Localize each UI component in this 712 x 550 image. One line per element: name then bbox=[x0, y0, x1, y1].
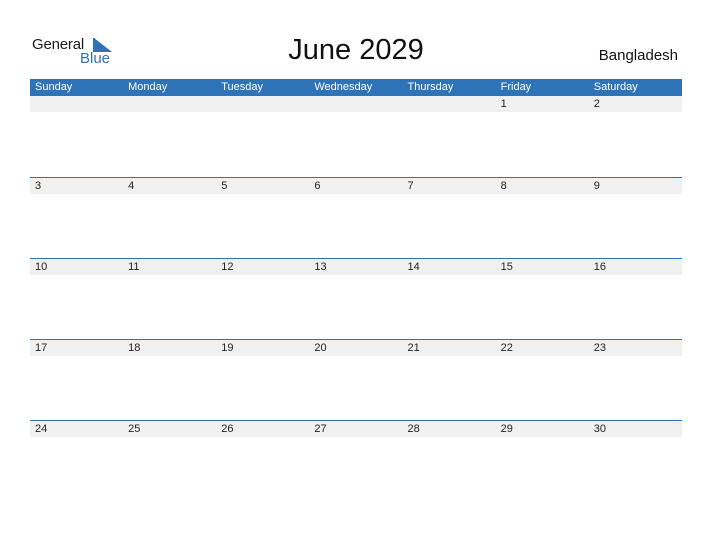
day-cell: 9 bbox=[593, 180, 600, 192]
weekday-sunday: Sunday bbox=[35, 81, 73, 93]
day-cell: 29 bbox=[500, 423, 513, 435]
day-cell: 30 bbox=[593, 423, 606, 435]
day-cell: 6 bbox=[314, 180, 321, 192]
day-cell bbox=[30, 96, 123, 112]
day-cell: 3 bbox=[35, 180, 42, 192]
day-cell: 19 bbox=[221, 342, 234, 354]
weekday-monday: Monday bbox=[128, 81, 168, 93]
day-cell: 14 bbox=[407, 261, 420, 273]
day-cell: 11 bbox=[128, 261, 140, 273]
calendar-grid: Sunday Monday Tuesday Wednesday Thursday… bbox=[30, 79, 682, 501]
weekday-friday: Friday bbox=[500, 81, 532, 93]
day-cell: 24 bbox=[35, 423, 48, 435]
day-cell: 27 bbox=[314, 423, 327, 435]
day-cell: 2 bbox=[593, 98, 600, 110]
week-row: 1 2 bbox=[30, 96, 682, 177]
weekday-thursday: Thursday bbox=[407, 81, 454, 93]
day-cell: 4 bbox=[128, 180, 135, 192]
day-cell: 12 bbox=[221, 261, 234, 273]
day-cell: 23 bbox=[593, 342, 606, 354]
day-cell bbox=[403, 96, 496, 112]
day-cell: 28 bbox=[407, 423, 420, 435]
weekday-saturday: Saturday bbox=[593, 81, 638, 93]
week-row: 17 18 19 20 21 22 23 bbox=[30, 339, 682, 420]
day-cell: 15 bbox=[500, 261, 513, 273]
day-cell: 25 bbox=[128, 423, 141, 435]
day-cell: 13 bbox=[314, 261, 327, 273]
day-cell: 7 bbox=[407, 180, 414, 192]
day-cell bbox=[309, 96, 402, 112]
day-cell: 18 bbox=[128, 342, 141, 354]
day-cell: 26 bbox=[221, 423, 234, 435]
day-cell: 5 bbox=[221, 180, 228, 192]
day-cell: 8 bbox=[500, 180, 507, 192]
day-cell: 1 bbox=[500, 98, 507, 110]
day-cell bbox=[123, 96, 216, 112]
day-cell: 10 bbox=[35, 261, 48, 273]
week-row: 24 25 26 27 28 29 30 bbox=[30, 420, 682, 501]
week-row: 10 11 12 13 14 15 16 bbox=[30, 258, 682, 339]
day-cell: 21 bbox=[407, 342, 420, 354]
week-row: 3 4 5 6 7 8 9 bbox=[30, 177, 682, 258]
day-cell: 17 bbox=[35, 342, 48, 354]
day-cell: 16 bbox=[593, 261, 606, 273]
day-cell: 22 bbox=[500, 342, 513, 354]
day-cell: 20 bbox=[314, 342, 327, 354]
weekday-wednesday: Wednesday bbox=[314, 81, 373, 93]
day-cell bbox=[216, 96, 309, 112]
weekday-header: Sunday Monday Tuesday Wednesday Thursday… bbox=[30, 79, 682, 96]
weekday-tuesday: Tuesday bbox=[221, 81, 264, 93]
country-label: Bangladesh bbox=[598, 47, 678, 64]
